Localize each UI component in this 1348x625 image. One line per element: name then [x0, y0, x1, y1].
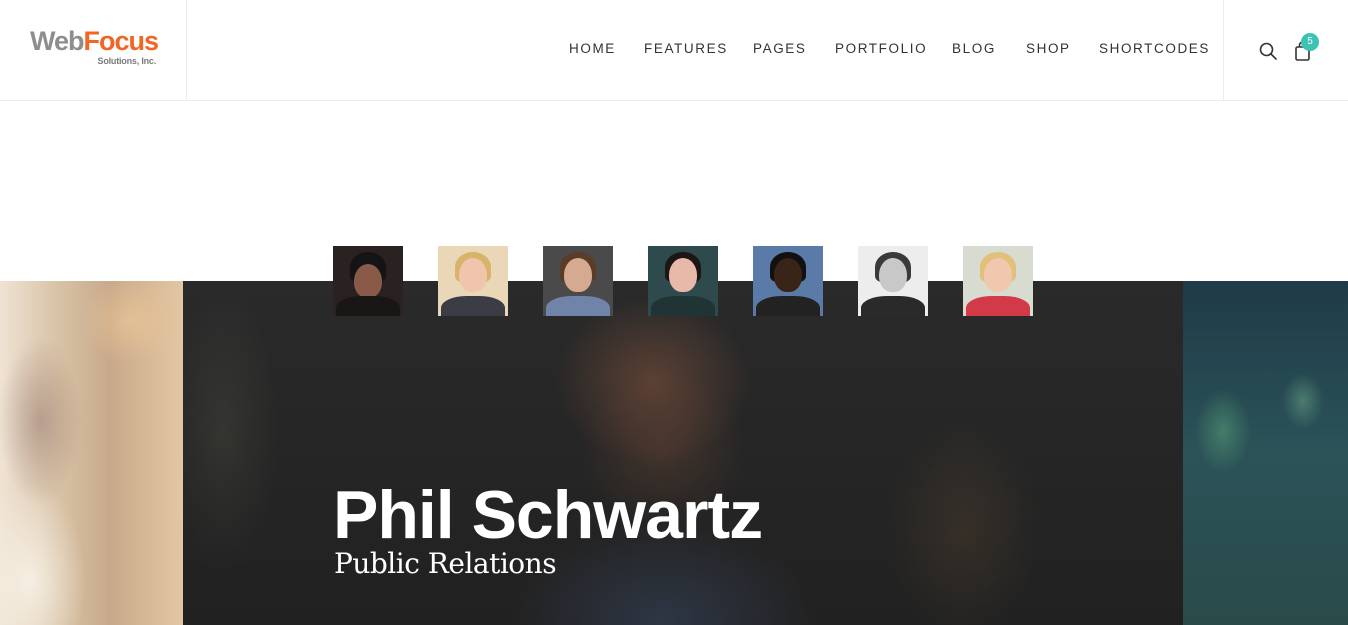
nav-home[interactable]: HOME	[569, 41, 616, 57]
site-header: WebFocus Solutions, Inc. HOME FEATURES P…	[0, 0, 1348, 101]
cart-count-badge: 5	[1301, 33, 1319, 51]
nav-shop[interactable]: SHOP	[1026, 41, 1071, 57]
member-name: Phil Schwartz	[333, 477, 763, 553]
logo-container: WebFocus Solutions, Inc.	[0, 0, 187, 100]
logo-word-focus: Focus	[83, 26, 160, 56]
logo-word-web: Web	[30, 26, 85, 56]
team-thumb-2[interactable]	[438, 246, 508, 316]
header-tools: 5	[1223, 0, 1348, 100]
previous-slide-preview[interactable]	[0, 281, 183, 625]
team-thumb-6[interactable]	[858, 246, 928, 316]
team-thumb-4[interactable]	[648, 246, 718, 316]
team-thumb-1[interactable]	[333, 246, 403, 316]
team-thumb-3[interactable]	[543, 246, 613, 316]
search-icon[interactable]	[1258, 41, 1278, 61]
nav-blog[interactable]: BLOG	[952, 41, 996, 57]
team-thumb-7[interactable]	[963, 246, 1033, 316]
active-slide-image	[183, 281, 1183, 625]
nav-shortcodes[interactable]: SHORTCODES	[1099, 41, 1210, 57]
logo-wordmark: WebFocus	[30, 26, 160, 56]
nav-pages[interactable]: PAGES	[753, 41, 807, 57]
site-logo[interactable]: WebFocus Solutions, Inc.	[30, 26, 160, 66]
team-thumbnails	[0, 246, 1348, 316]
nav-features[interactable]: FEATURES	[644, 41, 728, 57]
logo-tagline: Solutions, Inc.	[97, 56, 157, 66]
nav-portfolio[interactable]: PORTFOLIO	[835, 41, 927, 57]
next-slide-preview[interactable]	[1183, 281, 1348, 625]
team-hero-slider: Phil Schwartz Public Relations	[0, 281, 1348, 625]
team-thumb-5[interactable]	[753, 246, 823, 316]
member-role: Public Relations	[334, 547, 557, 580]
